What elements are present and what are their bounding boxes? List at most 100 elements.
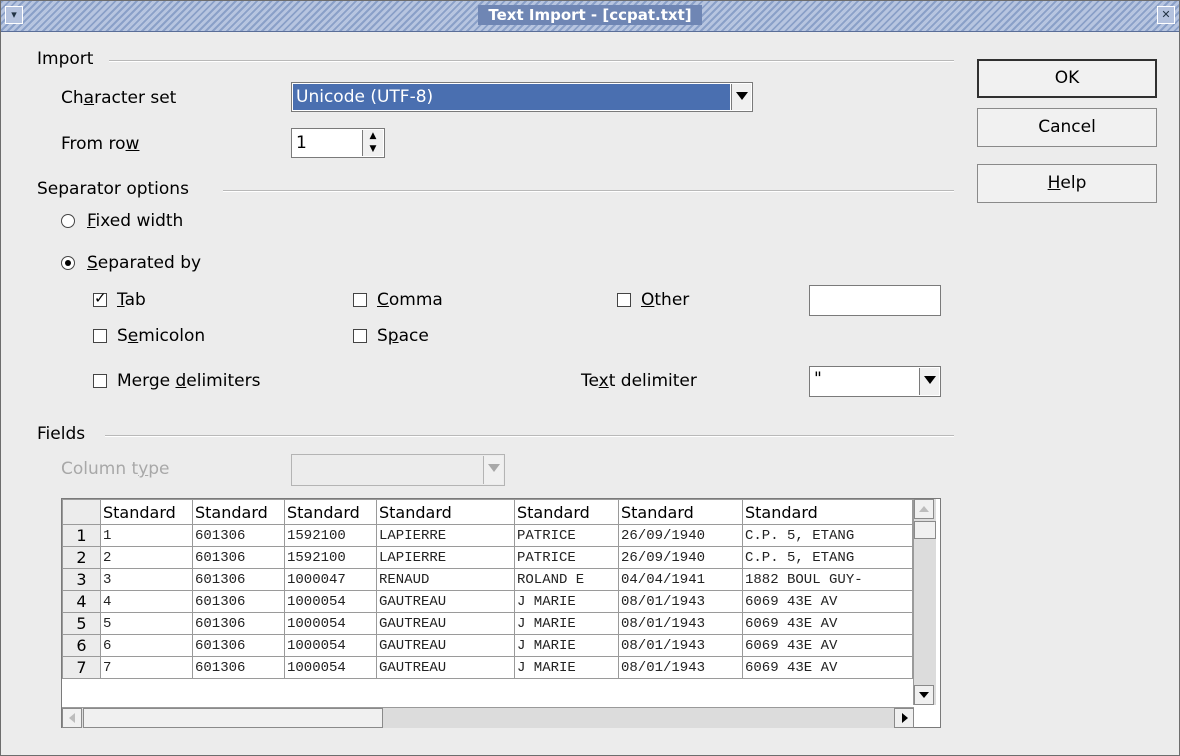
table-cell[interactable]: 08/01/1943 <box>618 634 743 657</box>
column-header[interactable]: Standard <box>376 499 515 525</box>
merge-delimiters-checkbox[interactable] <box>93 374 107 388</box>
ok-button[interactable]: OK <box>977 59 1157 98</box>
table-cell[interactable]: 26/09/1940 <box>618 546 743 569</box>
semicolon-checkbox[interactable] <box>93 329 107 343</box>
table-cell[interactable]: 5 <box>100 612 193 635</box>
table-cell[interactable]: 1000047 <box>284 568 377 591</box>
horizontal-scrollbar[interactable] <box>62 707 914 728</box>
fixed-width-label[interactable]: Fixed width <box>87 211 183 231</box>
text-delimiter-select[interactable]: " <box>809 366 941 397</box>
column-header[interactable]: Standard <box>100 499 193 525</box>
table-cell[interactable]: 08/01/1943 <box>618 656 743 679</box>
scroll-up-icon[interactable] <box>914 499 934 519</box>
tab-checkbox[interactable] <box>93 289 107 307</box>
table-cell[interactable]: C.P. 5, ETANG <box>742 524 913 547</box>
table-cell[interactable]: 26/09/1940 <box>618 524 743 547</box>
table-cell[interactable]: 04/04/1941 <box>618 568 743 591</box>
table-cell[interactable]: 2 <box>100 546 193 569</box>
fromrow-label: From row <box>61 134 140 154</box>
table-cell[interactable]: PATRICE <box>514 524 619 547</box>
table-cell[interactable]: 601306 <box>192 546 285 569</box>
column-type-select[interactable] <box>291 454 505 486</box>
table-cell[interactable]: RENAUD <box>376 568 515 591</box>
table-cell[interactable]: 1592100 <box>284 524 377 547</box>
table-cell[interactable]: 08/01/1943 <box>618 590 743 613</box>
cancel-button[interactable]: Cancel <box>977 108 1157 147</box>
table-cell[interactable]: LAPIERRE <box>376 524 515 547</box>
column-header[interactable]: Standard <box>514 499 619 525</box>
table-cell[interactable]: 08/01/1943 <box>618 612 743 635</box>
help-button[interactable]: Help <box>977 164 1157 203</box>
table-cell[interactable]: 6069 43E AV <box>742 612 913 635</box>
import-legend: Import <box>37 49 94 69</box>
table-cell[interactable]: 7 <box>100 656 193 679</box>
close-icon[interactable]: ✕ <box>1157 6 1175 24</box>
table-cell[interactable]: J MARIE <box>514 590 619 613</box>
table-cell[interactable]: GAUTREAU <box>376 656 515 679</box>
table-cell[interactable]: 3 <box>100 568 193 591</box>
table-cell[interactable]: 601306 <box>192 634 285 657</box>
separated-by-label[interactable]: Separated by <box>87 253 201 273</box>
column-header[interactable]: Standard <box>192 499 285 525</box>
vertical-scrollbar[interactable] <box>913 499 936 705</box>
table-cell[interactable]: 6069 43E AV <box>742 634 913 657</box>
tab-label[interactable]: Tab <box>117 290 146 310</box>
table-cell[interactable]: 601306 <box>192 524 285 547</box>
table-cell[interactable]: J MARIE <box>514 634 619 657</box>
table-cell[interactable]: GAUTREAU <box>376 612 515 635</box>
table-cell[interactable]: 6 <box>100 634 193 657</box>
other-input[interactable] <box>809 285 941 316</box>
table-cell[interactable]: 1000054 <box>284 612 377 635</box>
separated-by-radio[interactable] <box>61 256 75 270</box>
spin-down-icon[interactable]: ▼ <box>362 142 383 156</box>
table-cell[interactable]: GAUTREAU <box>376 590 515 613</box>
table-cell[interactable]: PATRICE <box>514 546 619 569</box>
fromrow-spinner[interactable]: 1 ▲ ▼ <box>291 128 385 158</box>
merge-delimiters-label[interactable]: Merge delimiters <box>117 371 260 391</box>
space-label[interactable]: Space <box>377 326 429 346</box>
corner-cell <box>62 499 101 525</box>
semicolon-label[interactable]: Semicolon <box>117 326 205 346</box>
chevron-down-icon[interactable] <box>483 456 503 484</box>
table-cell[interactable]: ROLAND E <box>514 568 619 591</box>
table-cell[interactable]: 601306 <box>192 590 285 613</box>
chevron-down-icon[interactable] <box>919 368 939 395</box>
table-cell[interactable]: C.P. 5, ETANG <box>742 546 913 569</box>
table-cell[interactable]: 1000054 <box>284 590 377 613</box>
other-checkbox[interactable] <box>617 293 631 307</box>
table-cell[interactable]: 601306 <box>192 612 285 635</box>
scroll-thumb[interactable] <box>83 708 383 728</box>
table-cell[interactable]: 1882 BOUL GUY- <box>742 568 913 591</box>
space-checkbox[interactable] <box>353 329 367 343</box>
table-cell[interactable]: 6069 43E AV <box>742 656 913 679</box>
row-header: 1 <box>62 524 101 547</box>
table-cell[interactable]: 6069 43E AV <box>742 590 913 613</box>
scroll-left-icon[interactable] <box>62 708 82 728</box>
scroll-down-icon[interactable] <box>914 685 934 705</box>
table-cell[interactable]: 1000054 <box>284 656 377 679</box>
comma-label[interactable]: Comma <box>377 290 443 310</box>
comma-checkbox[interactable] <box>353 293 367 307</box>
table-cell[interactable]: 1000054 <box>284 634 377 657</box>
other-label[interactable]: Other <box>641 290 689 310</box>
preview-grid[interactable]: Standard Standard Standard Standard Stan… <box>61 498 941 728</box>
table-cell[interactable]: J MARIE <box>514 656 619 679</box>
table-cell[interactable]: 1 <box>100 524 193 547</box>
column-header[interactable]: Standard <box>742 499 913 525</box>
fixed-width-radio[interactable] <box>61 214 75 228</box>
title-bar[interactable]: ▾ Text Import - [ccpat.txt] ✕ <box>1 1 1179 32</box>
column-header[interactable]: Standard <box>618 499 743 525</box>
table-cell[interactable]: 601306 <box>192 568 285 591</box>
chevron-down-icon[interactable] <box>731 84 751 110</box>
charset-select[interactable]: Unicode (UTF-8) <box>291 82 753 112</box>
table-cell[interactable]: 4 <box>100 590 193 613</box>
fromrow-value[interactable]: 1 <box>296 133 307 153</box>
scroll-thumb[interactable] <box>914 521 936 539</box>
table-cell[interactable]: 1592100 <box>284 546 377 569</box>
column-header[interactable]: Standard <box>284 499 377 525</box>
scroll-right-icon[interactable] <box>894 708 914 728</box>
table-cell[interactable]: LAPIERRE <box>376 546 515 569</box>
table-cell[interactable]: GAUTREAU <box>376 634 515 657</box>
table-cell[interactable]: J MARIE <box>514 612 619 635</box>
table-cell[interactable]: 601306 <box>192 656 285 679</box>
